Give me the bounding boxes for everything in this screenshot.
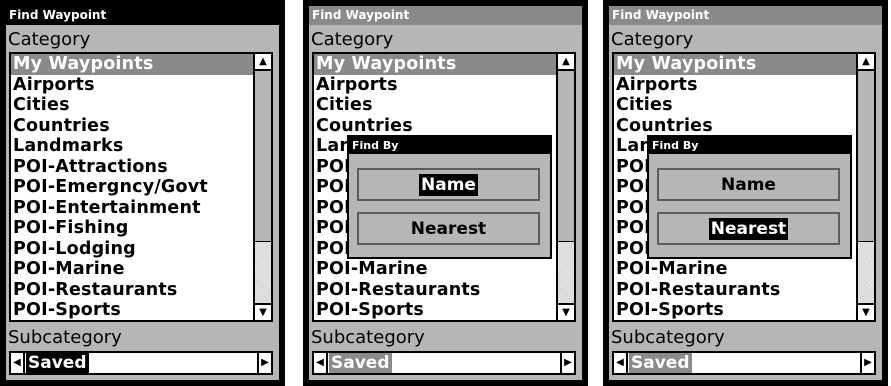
category-list-item[interactable]: Airports [11,75,253,96]
category-list-item[interactable]: Landmarks [11,136,253,157]
category-list-item[interactable]: Countries [614,116,856,137]
category-list-item[interactable]: My Waypoints [614,54,856,75]
category-list-item[interactable]: Cities [614,95,856,116]
category-list-item[interactable]: POI-Marine [614,259,856,280]
category-list-item[interactable]: POI-Lodging [11,239,253,260]
category-label: Category [8,29,91,50]
window-title: Find Waypoint [309,6,582,25]
right-arrow-icon[interactable]: ▶ [257,353,271,373]
find-by-dialog: Find By Name Nearest [347,135,552,259]
find-waypoint-screen-3: Find Waypoint Category My Waypoints Airpo… [603,0,888,386]
scroll-down-arrow-icon[interactable]: ▼ [558,303,574,320]
category-list-item[interactable]: My Waypoints [11,54,253,75]
nearest-button-label: Nearest [410,219,487,239]
category-scrollbar[interactable]: ▲ ▼ [556,54,574,320]
find-by-nearest-button[interactable]: Nearest [657,212,840,245]
subcategory-label: Subcategory [311,327,425,348]
category-list-item[interactable]: POI-Restaurants [314,280,556,301]
category-scrollbar[interactable]: ▲ ▼ [856,54,874,320]
category-list-item[interactable]: POI-Attractions [11,157,253,178]
category-list-item[interactable]: POI-Services [314,321,556,323]
category-list-item[interactable]: Countries [11,116,253,137]
subcategory-label: Subcategory [8,327,122,348]
find-by-title: Find By [349,137,550,154]
find-by-nearest-button[interactable]: Nearest [357,212,540,245]
right-arrow-icon[interactable]: ▶ [560,353,574,373]
find-by-name-button[interactable]: Name [657,168,840,201]
find-waypoint-screen-1: Find Waypoint Category My Waypoints Airpo… [0,0,285,386]
category-list-item[interactable]: POI-Marine [314,259,556,280]
category-list-item[interactable]: Cities [314,95,556,116]
screen-body: Find Waypoint Category My Waypoints Airpo… [609,6,882,380]
category-label: Category [611,29,694,50]
find-by-name-button[interactable]: Name [357,168,540,201]
subcategory-value: Saved [329,353,392,373]
category-list-item[interactable]: POI-Services [614,321,856,323]
subcategory-selector[interactable]: ◀ Saved ▶ [312,351,576,375]
scroll-up-arrow-icon[interactable]: ▲ [858,54,874,71]
nearest-button-label: Nearest [708,218,789,240]
left-arrow-icon[interactable]: ◀ [11,353,25,373]
name-button-label: Name [721,175,776,195]
category-list-item[interactable]: Countries [314,116,556,137]
find-waypoint-screen-2: Find Waypoint Category My Waypoints Airpo… [303,0,588,386]
screen-body: Find Waypoint Category My Waypoints Airpo… [6,6,279,380]
subcategory-value: Saved [26,353,89,373]
scroll-thumb[interactable] [255,71,271,242]
right-arrow-icon[interactable]: ▶ [860,353,874,373]
category-scrollbar[interactable]: ▲ ▼ [253,54,271,320]
category-list-item[interactable]: POI-Marine [11,259,253,280]
left-arrow-icon[interactable]: ◀ [614,353,628,373]
find-by-dialog: Find By Name Nearest [647,135,852,259]
category-list-item[interactable]: POI-Services [11,321,253,323]
left-arrow-icon[interactable]: ◀ [314,353,328,373]
find-by-title: Find By [649,137,850,154]
category-list-item[interactable]: My Waypoints [314,54,556,75]
category-list-item[interactable]: POI-Restaurants [614,280,856,301]
category-list-item[interactable]: POI-Entertainment [11,198,253,219]
category-list-item[interactable]: POI-Fishing [11,218,253,239]
category-label: Category [311,29,394,50]
subcategory-label: Subcategory [611,327,725,348]
category-list-item[interactable]: POI-Sports [314,300,556,320]
name-button-label: Name [419,174,478,196]
scroll-up-arrow-icon[interactable]: ▲ [255,54,271,71]
scroll-up-arrow-icon[interactable]: ▲ [558,54,574,71]
scroll-thumb[interactable] [558,71,574,242]
subcategory-selector[interactable]: ◀ Saved ▶ [9,351,273,375]
category-list-item[interactable]: Cities [11,95,253,116]
window-title: Find Waypoint [6,6,279,25]
category-list-item[interactable]: Airports [314,75,556,96]
category-list-items: My WaypointsAirportsCitiesCountriesLandm… [11,54,253,323]
category-list-item[interactable]: Airports [614,75,856,96]
subcategory-selector[interactable]: ◀ Saved ▶ [612,351,876,375]
window-title: Find Waypoint [609,6,882,25]
category-list-item[interactable]: POI-Sports [614,300,856,320]
category-list-item[interactable]: POI-Sports [11,300,253,320]
screen-body: Find Waypoint Category My Waypoints Airpo… [309,6,582,380]
scroll-down-arrow-icon[interactable]: ▼ [255,303,271,320]
scroll-thumb[interactable] [858,71,874,242]
scroll-down-arrow-icon[interactable]: ▼ [858,303,874,320]
subcategory-value: Saved [629,353,692,373]
category-list-item[interactable]: POI-Emergncy/Govt [11,177,253,198]
category-list-item[interactable]: POI-Restaurants [11,280,253,301]
category-list[interactable]: My WaypointsAirportsCitiesCountriesLandm… [9,52,273,322]
